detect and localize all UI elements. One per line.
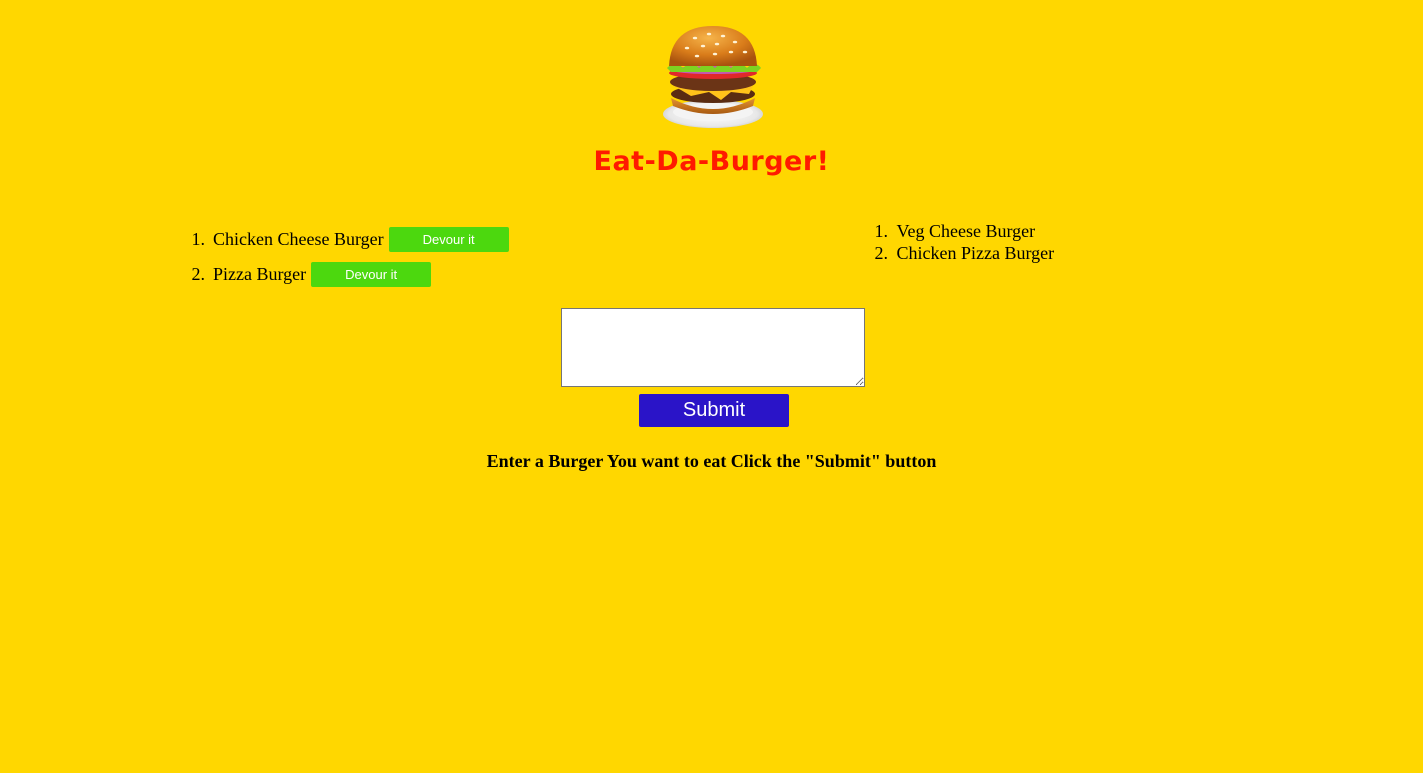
burger-name: Pizza Burger <box>213 264 307 284</box>
page: Eat-Da-Burger! 1. Chicken Cheese Burger … <box>0 0 1423 773</box>
list-item: 1. Veg Cheese Burger <box>858 220 1054 242</box>
list-item-number: 1. <box>191 229 206 249</box>
devoured-list: 1. Veg Cheese Burger 2. Chicken Pizza Bu… <box>858 220 1055 264</box>
not-devoured-list: 1. Chicken Cheese Burger Devour it 2. Pi… <box>168 222 509 292</box>
list-item: 1. Chicken Cheese Burger Devour it <box>168 222 509 257</box>
list-item-number: 1. <box>874 221 889 241</box>
list-item-number: 2. <box>874 243 889 263</box>
devour-button[interactable]: Devour it <box>388 227 509 252</box>
burger-name: Chicken Cheese Burger <box>213 229 384 249</box>
instructions-text: Enter a Burger You want to eat Click the… <box>486 451 937 471</box>
list-item-number: 2. <box>191 264 206 284</box>
list-item: 2. Pizza Burger Devour it <box>168 257 509 292</box>
page-title: Eat-Da-Burger! <box>593 146 830 177</box>
devour-button[interactable]: Devour it <box>311 262 432 287</box>
burger-input[interactable] <box>561 308 865 387</box>
list-item: 2. Chicken Pizza Burger <box>858 242 1055 264</box>
burger-name: Chicken Pizza Burger <box>896 243 1055 263</box>
burger-name: Veg Cheese Burger <box>896 221 1036 241</box>
submit-button[interactable]: Submit <box>639 394 789 427</box>
hamburger-icon <box>661 22 767 130</box>
